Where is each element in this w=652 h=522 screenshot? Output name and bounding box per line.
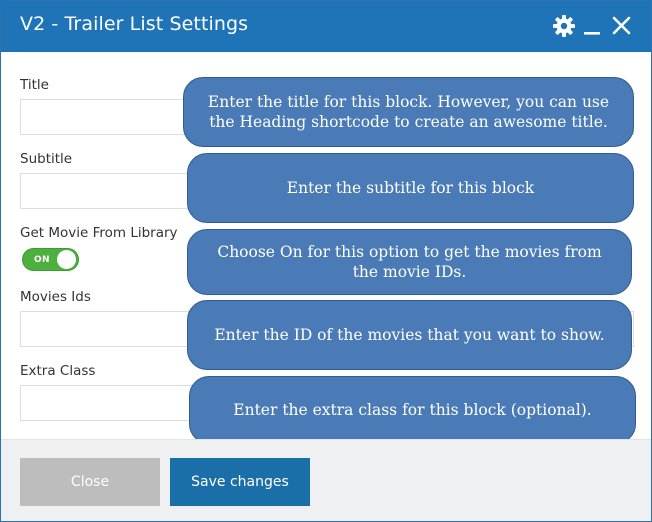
- tooltip-subtitle-text: Enter the subtitle for this block: [286, 179, 535, 197]
- title-label: Title: [20, 77, 49, 93]
- dialog-title: V2 - Trailer List Settings: [20, 13, 249, 35]
- titlebar: V2 - Trailer List Settings: [1, 1, 651, 52]
- get-movie-from-library-toggle[interactable]: ON: [22, 248, 79, 271]
- save-changes-button[interactable]: Save changes: [170, 458, 310, 506]
- subtitle-label: Subtitle: [20, 151, 73, 167]
- extra-class-label: Extra Class: [20, 363, 96, 379]
- tooltip-title: Enter the title for this block. However,…: [183, 77, 634, 147]
- dialog-footer: Close Save changes: [1, 439, 651, 521]
- tooltip-extra-class-text: Enter the extra class for this block (op…: [233, 401, 592, 419]
- movies-ids-label: Movies Ids: [20, 289, 91, 305]
- tooltip-title-text: Enter the title for this block. However,…: [207, 93, 610, 131]
- settings-dialog: V2 - Trailer List Settings Title Subtitl…: [0, 0, 652, 522]
- tooltip-extra-class: Enter the extra class for this block (op…: [189, 376, 636, 444]
- toggle-state-text: ON: [34, 255, 50, 265]
- minimize-icon[interactable]: [581, 14, 607, 38]
- tooltip-movies-ids-text: Enter the ID of the movies that you want…: [214, 326, 605, 344]
- toggle-knob: [57, 250, 76, 269]
- gear-icon[interactable]: [552, 14, 578, 38]
- close-button[interactable]: Close: [20, 458, 160, 506]
- tooltip-get-movie-text: Choose On for this option to get the mov…: [217, 243, 602, 281]
- tooltip-get-movie: Choose On for this option to get the mov…: [187, 229, 632, 295]
- get-movie-from-library-label: Get Movie From Library: [20, 225, 178, 241]
- close-icon[interactable]: [610, 14, 636, 38]
- tooltip-subtitle: Enter the subtitle for this block: [187, 153, 634, 223]
- tooltip-movies-ids: Enter the ID of the movies that you want…: [187, 300, 632, 370]
